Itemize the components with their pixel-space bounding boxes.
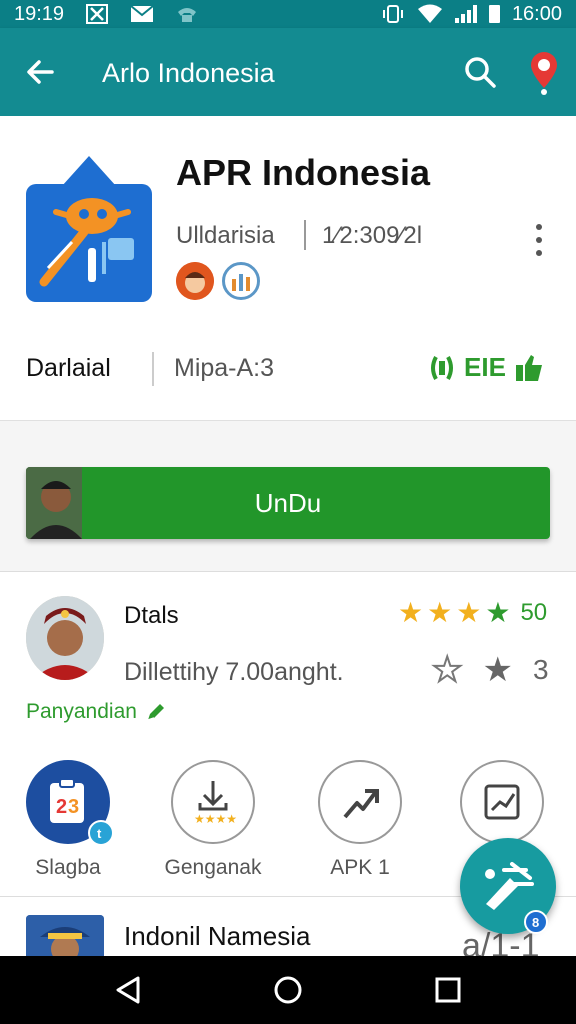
action-slagba[interactable]: 23 t Slagba — [18, 760, 118, 880]
status-bar: 19:19 16:00 — [0, 0, 576, 28]
install-button[interactable]: UnDu — [26, 467, 550, 539]
battery-icon — [488, 5, 500, 23]
fab-button[interactable]: 8 — [460, 838, 556, 934]
signal-icon — [454, 5, 477, 23]
phone-refresh-icon — [431, 355, 453, 380]
action-circle: 23 t — [26, 760, 114, 846]
meta-divider — [152, 352, 154, 386]
chart-edit-icon — [484, 784, 520, 820]
magic-edit-icon: 8 — [485, 862, 548, 934]
star-icon: ★ — [398, 597, 424, 628]
meta-size: Mipa-A:3 — [174, 354, 275, 382]
nav-home-icon[interactable] — [268, 970, 308, 1010]
nav-back-icon[interactable] — [108, 970, 148, 1010]
install-area: UnDu — [0, 421, 576, 571]
star-icon: ★ — [485, 597, 511, 628]
more-vert-icon[interactable] — [528, 220, 550, 260]
reviewer-name: Dtals — [124, 602, 179, 629]
app-header: APR Indonesia Ulldarisia 1⁄2:309⁄2l Darl… — [0, 116, 576, 421]
system-nav-bar — [0, 956, 576, 1024]
action-circle: ★★★★ — [171, 760, 255, 844]
header-divider — [304, 220, 306, 250]
trend-arrow-icon — [343, 789, 379, 819]
status-time-right: 16:00 — [511, 2, 562, 25]
nav-recent-icon[interactable] — [428, 970, 468, 1010]
app-title: APR Indonesia — [176, 152, 431, 193]
app-bar-title: Arlo Indonesia — [102, 58, 275, 88]
star-icon: ★ — [427, 597, 453, 628]
download-rating-icon: ★★★★ — [194, 781, 237, 826]
action-label: Genganak — [164, 856, 262, 879]
meta-label: Darlaial — [26, 354, 111, 382]
svg-text:2: 2 — [56, 796, 67, 818]
wifi-icon — [417, 4, 442, 23]
app-logo-icon[interactable] — [26, 156, 152, 302]
next-card-avatar — [26, 915, 104, 956]
face-badge-icon — [176, 262, 214, 300]
app-bar: Arlo Indonesia — [0, 28, 576, 116]
star-filled-icon[interactable]: ★ — [482, 650, 512, 690]
notification-pin-icon[interactable] — [524, 48, 564, 96]
back-arrow-icon[interactable] — [22, 54, 58, 90]
svg-text:★★★★: ★★★★ — [194, 812, 237, 826]
action-circle — [318, 760, 402, 844]
action-genganak[interactable]: ★★★★ Genganak — [158, 760, 268, 880]
review-score: 50 — [520, 598, 548, 626]
action-label: Slagba — [35, 856, 101, 879]
review-count: 3 — [532, 654, 549, 685]
edit-icon — [147, 704, 164, 721]
star-outline-icon[interactable]: ★ — [431, 650, 464, 690]
next-card-title: Indonil Namesia — [124, 921, 311, 951]
action-apk[interactable]: APK 1 — [310, 760, 410, 880]
svg-text:t: t — [97, 826, 102, 841]
meta-right[interactable]: EIE — [428, 352, 544, 383]
app-version: 1⁄2:309⁄2l — [322, 222, 423, 249]
mini-badge-icon: t — [88, 820, 114, 846]
mail-icon — [130, 5, 154, 22]
svg-text:8: 8 — [532, 915, 539, 930]
clipboard-icon: 23 — [50, 778, 84, 823]
thumbs-up-icon — [515, 354, 542, 381]
star-icon: ★ — [456, 597, 482, 628]
install-avatar — [26, 467, 82, 539]
review-link[interactable]: Panyandian — [26, 700, 167, 724]
search-icon[interactable] — [462, 54, 498, 90]
chart-badge-icon — [222, 262, 260, 300]
rate-stars[interactable]: ★ ★ 3 — [431, 650, 549, 690]
review-text: Dillettihy 7.00anght. — [124, 658, 344, 686]
x-icon — [86, 4, 109, 24]
meta-right-label: EIE — [464, 352, 506, 382]
phone-icon — [178, 8, 197, 22]
vibrate-icon — [382, 5, 403, 23]
action-label: APK 1 — [330, 856, 390, 879]
install-label: UnDu — [254, 487, 322, 518]
developer-name[interactable]: Ulldarisia — [176, 222, 275, 250]
reviewer-avatar[interactable] — [26, 596, 104, 680]
status-time-left: 19:19 — [14, 2, 65, 25]
review-stars: ★ ★ ★ ★ 50 — [398, 596, 547, 629]
svg-text:3: 3 — [68, 796, 79, 818]
action-circle — [460, 760, 544, 844]
review-link-label: Panyandian — [26, 700, 137, 723]
